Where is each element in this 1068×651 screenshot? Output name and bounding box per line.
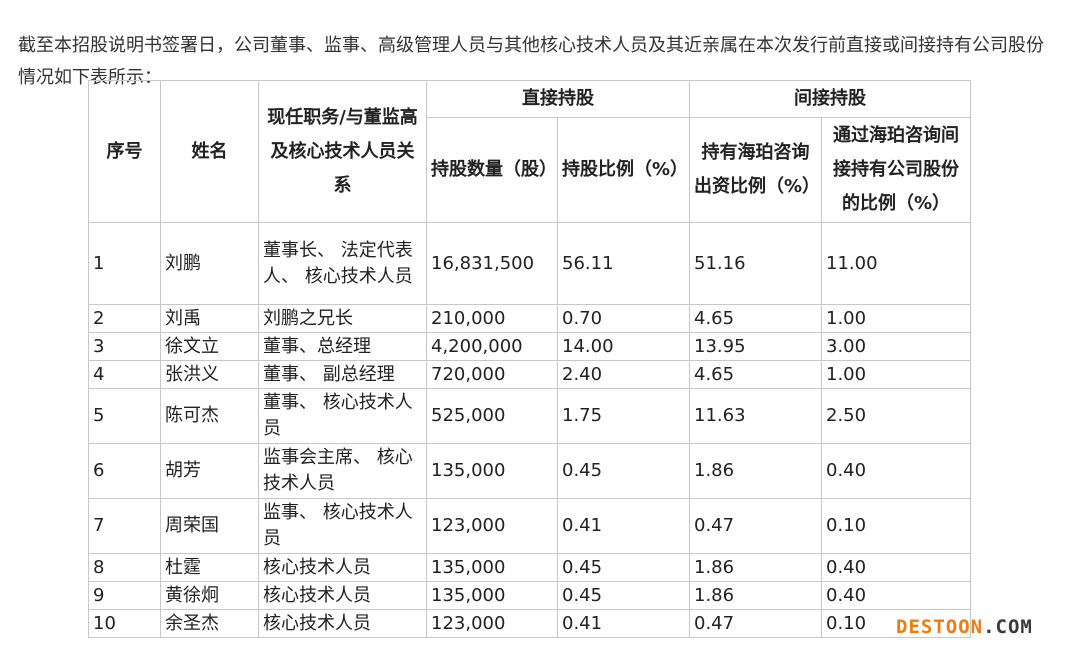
header-seq: 序号: [88, 80, 161, 223]
cell-seq: 8: [88, 553, 161, 582]
table-row: 9 黄徐炯 核心技术人员 135,000 0.45 1.86 0.40: [88, 581, 971, 610]
table-row: 10 余圣杰 核心技术人员 123,000 0.41 0.47 0.10: [88, 609, 971, 638]
cell-ratio: 0.41: [557, 498, 690, 554]
cell-shares: 525,000: [426, 388, 558, 444]
cell-ratio: 14.00: [557, 332, 690, 361]
cell-indirect: 0.40: [821, 553, 971, 582]
table-row: 8 杜霆 核心技术人员 135,000 0.45 1.86 0.40: [88, 553, 971, 582]
cell-contrib: 1.86: [689, 581, 822, 610]
cell-indirect: 2.50: [821, 388, 971, 444]
cell-role: 刘鹏之兄长: [258, 304, 427, 333]
cell-role: 核心技术人员: [258, 609, 427, 638]
cell-name: 余圣杰: [160, 609, 259, 638]
header-indirect-ratio: 通过海珀咨询间接持有公司股份的比例（%）: [821, 117, 971, 223]
cell-name: 徐文立: [160, 332, 259, 361]
cell-ratio: 0.70: [557, 304, 690, 333]
cell-contrib: 11.63: [689, 388, 822, 444]
watermark-domain: .COM: [983, 616, 1033, 638]
cell-name: 杜霆: [160, 553, 259, 582]
cell-role: 监事、 核心技术人员: [258, 498, 427, 554]
cell-seq: 3: [88, 332, 161, 361]
cell-seq: 1: [88, 222, 161, 305]
shareholding-table: 序号 姓名 现任职务/与董监高及核心技术人员关系 直接持股 间接持股 持股数量（…: [88, 80, 971, 638]
cell-seq: 6: [88, 443, 161, 499]
cell-ratio: 56.11: [557, 222, 690, 305]
cell-name: 周荣国: [160, 498, 259, 554]
cell-role: 董事长、 法定代表人、 核心技术人员: [258, 222, 427, 305]
cell-name: 胡芳: [160, 443, 259, 499]
cell-shares: 135,000: [426, 581, 558, 610]
table-row: 5 陈可杰 董事、 核心技术人员 525,000 1.75 11.63 2.50: [88, 388, 971, 444]
cell-indirect: 11.00: [821, 222, 971, 305]
cell-ratio: 1.75: [557, 388, 690, 444]
site-watermark-logo: DESTOON.COM: [896, 616, 1033, 638]
table-row: 1 刘鹏 董事长、 法定代表人、 核心技术人员 16,831,500 56.11…: [88, 222, 971, 305]
cell-seq: 9: [88, 581, 161, 610]
cell-shares: 720,000: [426, 360, 558, 389]
cell-indirect: 1.00: [821, 304, 971, 333]
cell-name: 刘鹏: [160, 222, 259, 305]
header-role: 现任职务/与董监高及核心技术人员关系: [258, 80, 427, 223]
cell-ratio: 0.45: [557, 443, 690, 499]
cell-name: 张洪义: [160, 360, 259, 389]
cell-ratio: 0.45: [557, 581, 690, 610]
cell-name: 刘禹: [160, 304, 259, 333]
cell-contrib: 1.86: [689, 553, 822, 582]
cell-ratio: 0.45: [557, 553, 690, 582]
table-row: 4 张洪义 董事、 副总经理 720,000 2.40 4.65 1.00: [88, 360, 971, 389]
header-name: 姓名: [160, 80, 259, 223]
cell-seq: 4: [88, 360, 161, 389]
cell-contrib: 0.47: [689, 498, 822, 554]
cell-seq: 2: [88, 304, 161, 333]
cell-shares: 16,831,500: [426, 222, 558, 305]
cell-role: 核心技术人员: [258, 581, 427, 610]
header-direct: 直接持股: [426, 80, 690, 118]
table-row: 2 刘禹 刘鹏之兄长 210,000 0.70 4.65 1.00: [88, 304, 971, 333]
cell-contrib: 51.16: [689, 222, 822, 305]
cell-seq: 10: [88, 609, 161, 638]
cell-seq: 5: [88, 388, 161, 444]
header-direct-shares: 持股数量（股）: [426, 117, 558, 223]
table-row: 7 周荣国 监事、 核心技术人员 123,000 0.41 0.47 0.10: [88, 498, 971, 554]
cell-contrib: 13.95: [689, 332, 822, 361]
cell-contrib: 0.47: [689, 609, 822, 638]
cell-shares: 210,000: [426, 304, 558, 333]
cell-contrib: 4.65: [689, 360, 822, 389]
cell-contrib: 4.65: [689, 304, 822, 333]
header-indirect-contrib: 持有海珀咨询出资比例（%）: [689, 117, 822, 223]
cell-name: 陈可杰: [160, 388, 259, 444]
cell-shares: 123,000: [426, 498, 558, 554]
cell-ratio: 2.40: [557, 360, 690, 389]
watermark-brand: DESTOON: [896, 616, 984, 638]
cell-role: 董事、 副总经理: [258, 360, 427, 389]
cell-ratio: 0.41: [557, 609, 690, 638]
header-indirect: 间接持股: [689, 80, 971, 118]
cell-shares: 123,000: [426, 609, 558, 638]
cell-contrib: 1.86: [689, 443, 822, 499]
header-direct-ratio: 持股比例（%）: [557, 117, 690, 223]
cell-role: 董事、 核心技术人员: [258, 388, 427, 444]
cell-role: 董事、总经理: [258, 332, 427, 361]
cell-shares: 4,200,000: [426, 332, 558, 361]
cell-indirect: 0.40: [821, 581, 971, 610]
cell-role: 核心技术人员: [258, 553, 427, 582]
cell-shares: 135,000: [426, 553, 558, 582]
table-row: 3 徐文立 董事、总经理 4,200,000 14.00 13.95 3.00: [88, 332, 971, 361]
cell-name: 黄徐炯: [160, 581, 259, 610]
cell-indirect: 1.00: [821, 360, 971, 389]
cell-seq: 7: [88, 498, 161, 554]
cell-indirect: 3.00: [821, 332, 971, 361]
cell-indirect: 0.40: [821, 443, 971, 499]
cell-role: 监事会主席、 核心技术人员: [258, 443, 427, 499]
cell-shares: 135,000: [426, 443, 558, 499]
table-row: 6 胡芳 监事会主席、 核心技术人员 135,000 0.45 1.86 0.4…: [88, 443, 971, 499]
cell-indirect: 0.10: [821, 498, 971, 554]
